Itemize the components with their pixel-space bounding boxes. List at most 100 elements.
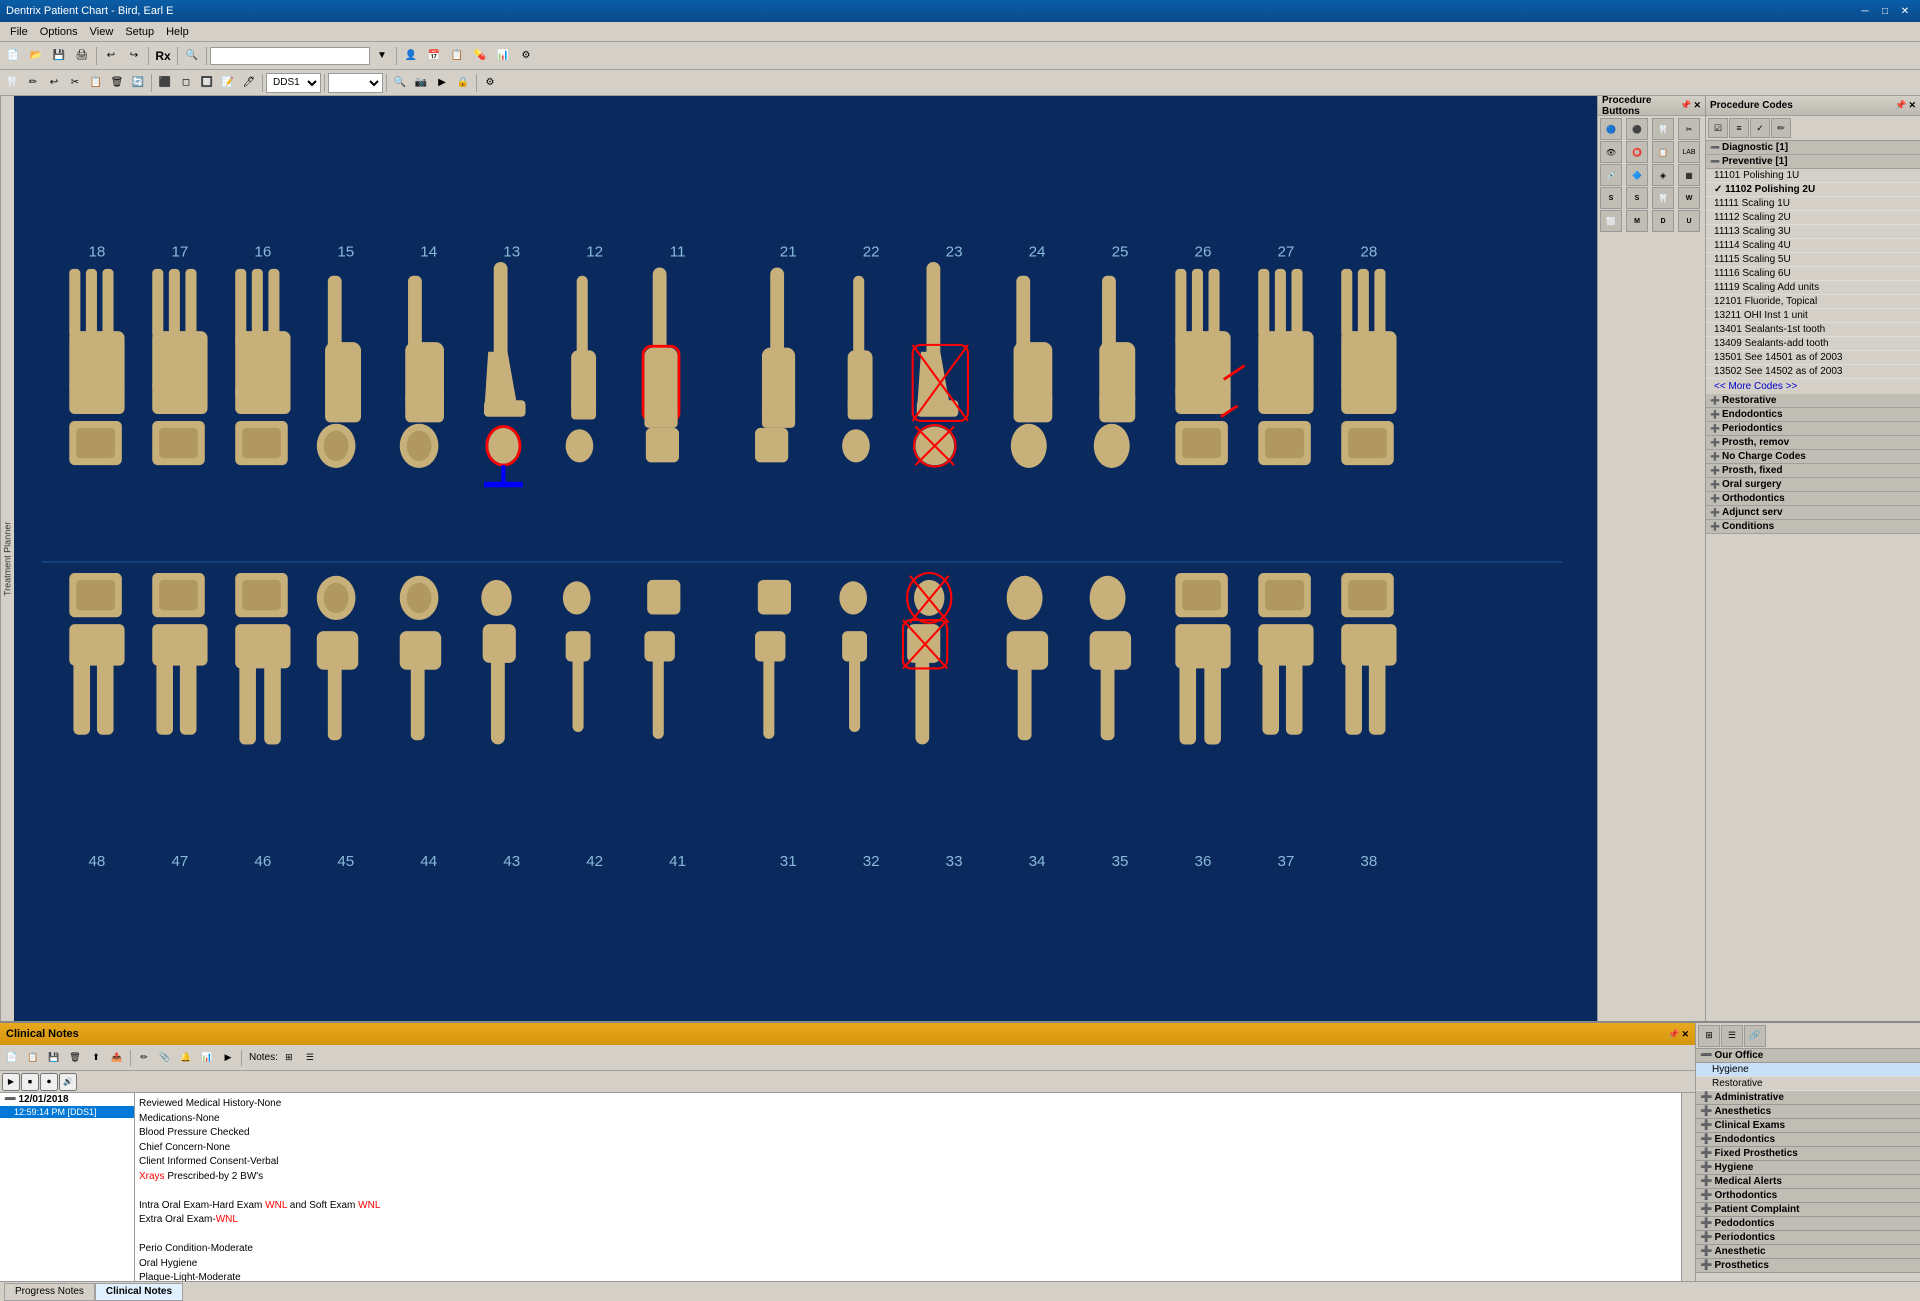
notes-btn-8[interactable]: 📎 [155, 1048, 175, 1068]
code-11119[interactable]: 11119 Scaling Add units [1706, 281, 1920, 295]
chart-btn-12[interactable]: 🖊 [239, 73, 259, 93]
code-11114[interactable]: 11114 Scaling 4U [1706, 239, 1920, 253]
notes-nav-4[interactable]: 🔊 [59, 1073, 77, 1091]
no-charge-codes-category[interactable]: ➕ No Charge Codes [1706, 450, 1920, 464]
toolbar-btn-4[interactable]: 💊 [469, 45, 491, 67]
toolbar-btn-3[interactable]: 📋 [446, 45, 468, 67]
proc-icon-12[interactable]: 🦷 [1652, 187, 1674, 209]
pc-btn-3[interactable]: ✓ [1750, 118, 1770, 138]
code-13401[interactable]: 13401 Sealants-1st tooth [1706, 323, 1920, 337]
view-select[interactable] [328, 73, 383, 93]
notes-btn-7[interactable]: ✏ [134, 1048, 154, 1068]
chart-btn-11[interactable]: 📝 [218, 73, 238, 93]
proc-buttons-close[interactable]: ✕ [1693, 100, 1701, 111]
restorative-category[interactable]: ➕ Restorative [1706, 394, 1920, 408]
proc-icon-13[interactable]: ⬜ [1600, 210, 1622, 232]
periodontics-category[interactable]: ➕ Periodontics [1706, 422, 1920, 436]
chart-btn-9[interactable]: ◻ [176, 73, 196, 93]
chart-btn-10[interactable]: 🔲 [197, 73, 217, 93]
orthodontics-br-category[interactable]: ➕Orthodontics [1696, 1189, 1920, 1203]
print-btn[interactable]: 🖨 [71, 45, 93, 67]
proc-icon-8[interactable]: 💉 [1600, 164, 1622, 186]
proc-icon-1[interactable]: 🔵 [1600, 118, 1622, 140]
chart-btn-3[interactable]: ↩ [44, 73, 64, 93]
tree-time-item[interactable]: 12:59:14 PM [DDS1] [0, 1106, 134, 1118]
notes-close[interactable]: ✕ [1681, 1029, 1689, 1040]
undo-btn[interactable]: ↩ [100, 45, 122, 67]
notes-btn-11[interactable]: ▶ [218, 1048, 238, 1068]
chart-btn-2[interactable]: ✏ [23, 73, 43, 93]
pedodontics-category[interactable]: ➕Pedodontics [1696, 1217, 1920, 1231]
proc-buttons-pin[interactable]: 📌 [1680, 100, 1691, 111]
proc-icon-lab[interactable]: LAB [1678, 141, 1700, 163]
play-btn[interactable]: ▶ [432, 73, 452, 93]
code-11115[interactable]: 11115 Scaling 5U [1706, 253, 1920, 267]
lock-btn[interactable]: 🔒 [453, 73, 473, 93]
proc-icon-6[interactable]: ⭕ [1626, 141, 1648, 163]
code-11111[interactable]: 11111 Scaling 1U [1706, 197, 1920, 211]
code-11101[interactable]: 11101 Polishing 1U [1706, 169, 1920, 183]
prosth-fixed-category[interactable]: ➕ Prosth, fixed [1706, 464, 1920, 478]
notes-btn-9[interactable]: 🔔 [176, 1048, 196, 1068]
code-12101[interactable]: 12101 Fluoride, Topical [1706, 295, 1920, 309]
clinical-exams-category[interactable]: ➕Clinical Exams [1696, 1119, 1920, 1133]
medical-alerts-category[interactable]: ➕Medical Alerts [1696, 1175, 1920, 1189]
adjunct-serv-category[interactable]: ➕ Adjunct serv [1706, 506, 1920, 520]
proc-codes-pin[interactable]: 📌 [1895, 100, 1906, 111]
hygiene-br-category[interactable]: ➕Hygiene [1696, 1161, 1920, 1175]
anesthetic-category[interactable]: ➕Anesthetic [1696, 1245, 1920, 1259]
clinical-notes-tab[interactable]: Clinical Notes [95, 1283, 183, 1301]
toolbar-btn-2[interactable]: 📅 [423, 45, 445, 67]
menu-file[interactable]: File [4, 24, 34, 40]
chart-btn-6[interactable]: 🗑 [107, 73, 127, 93]
zoom-btn[interactable]: 🔍 [390, 73, 410, 93]
close-button[interactable]: ✕ [1896, 2, 1914, 20]
treatment-planner-tab[interactable]: Treatment Planner [0, 96, 14, 1021]
patient-search-input[interactable]: Bird, Earl E [210, 47, 370, 65]
hygiene-input[interactable] [1712, 1064, 1904, 1075]
code-11102[interactable]: 11102 Polishing 2U [1706, 183, 1920, 197]
code-13211[interactable]: 13211 OHI Inst 1 unit [1706, 309, 1920, 323]
notes-pin[interactable]: 📌 [1668, 1029, 1679, 1040]
proc-icon-w[interactable]: W [1678, 187, 1700, 209]
fixed-prosthetics-category[interactable]: ➕Fixed Prosthetics [1696, 1147, 1920, 1161]
endodontics-category[interactable]: ➕ Endodontics [1706, 408, 1920, 422]
hygiene-item[interactable] [1696, 1063, 1920, 1077]
notes-btn-3[interactable]: 💾 [44, 1048, 64, 1068]
chart-btn-8[interactable]: ⬛ [155, 73, 175, 93]
proc-icon-d[interactable]: D [1652, 210, 1674, 232]
chart-btn-7[interactable]: 🔄 [128, 73, 148, 93]
more-codes-link[interactable]: << More Codes >> [1706, 379, 1920, 394]
code-11113[interactable]: 11113 Scaling 3U [1706, 225, 1920, 239]
prosthetics-category[interactable]: ➕Prosthetics [1696, 1259, 1920, 1273]
chart-btn-4[interactable]: ✂ [65, 73, 85, 93]
proc-icon-10[interactable]: ◈ [1652, 164, 1674, 186]
patient-search-go[interactable]: ▼ [371, 45, 393, 67]
proc-icon-2[interactable]: ⚫ [1626, 118, 1648, 140]
conditions-category[interactable]: ➕ Conditions [1706, 520, 1920, 534]
notes-btn-6[interactable]: 📤 [107, 1048, 127, 1068]
proc-icon-9[interactable]: 🔷 [1626, 164, 1648, 186]
anesthetics-category[interactable]: ➕Anesthetics [1696, 1105, 1920, 1119]
endodontics-br-category[interactable]: ➕Endodontics [1696, 1133, 1920, 1147]
notes-nav-3[interactable]: ⏺ [40, 1073, 58, 1091]
notes-grid-btn[interactable]: ⊞ [279, 1048, 299, 1068]
proc-icon-4[interactable]: ✂ [1678, 118, 1700, 140]
our-office-category[interactable]: ➖ Our Office [1696, 1049, 1920, 1063]
proc-icon-7[interactable]: 📋 [1652, 141, 1674, 163]
toolbar-btn-1[interactable]: 👤 [400, 45, 422, 67]
notes-btn-1[interactable]: 📄 [2, 1048, 22, 1068]
proc-icon-m[interactable]: M [1626, 210, 1648, 232]
proc-icon-11[interactable]: ▦ [1678, 164, 1700, 186]
maximize-button[interactable]: □ [1876, 2, 1894, 20]
filter-btn[interactable]: ⚙ [480, 73, 500, 93]
notes-btn-5[interactable]: ⬆ [86, 1048, 106, 1068]
proc-codes-close[interactable]: ✕ [1908, 100, 1916, 111]
prosth-remov-category[interactable]: ➕ Prosth, remov [1706, 436, 1920, 450]
proc-icon-3[interactable]: 🦷 [1652, 118, 1674, 140]
diagnostic-category[interactable]: ➖ Diagnostic [1] [1706, 141, 1920, 155]
proc-icon-s1[interactable]: S [1600, 187, 1622, 209]
preventive-category[interactable]: ➖ Preventive [1] [1706, 155, 1920, 169]
menu-view[interactable]: View [84, 24, 120, 40]
orthodontics-category[interactable]: ➕ Orthodontics [1706, 492, 1920, 506]
